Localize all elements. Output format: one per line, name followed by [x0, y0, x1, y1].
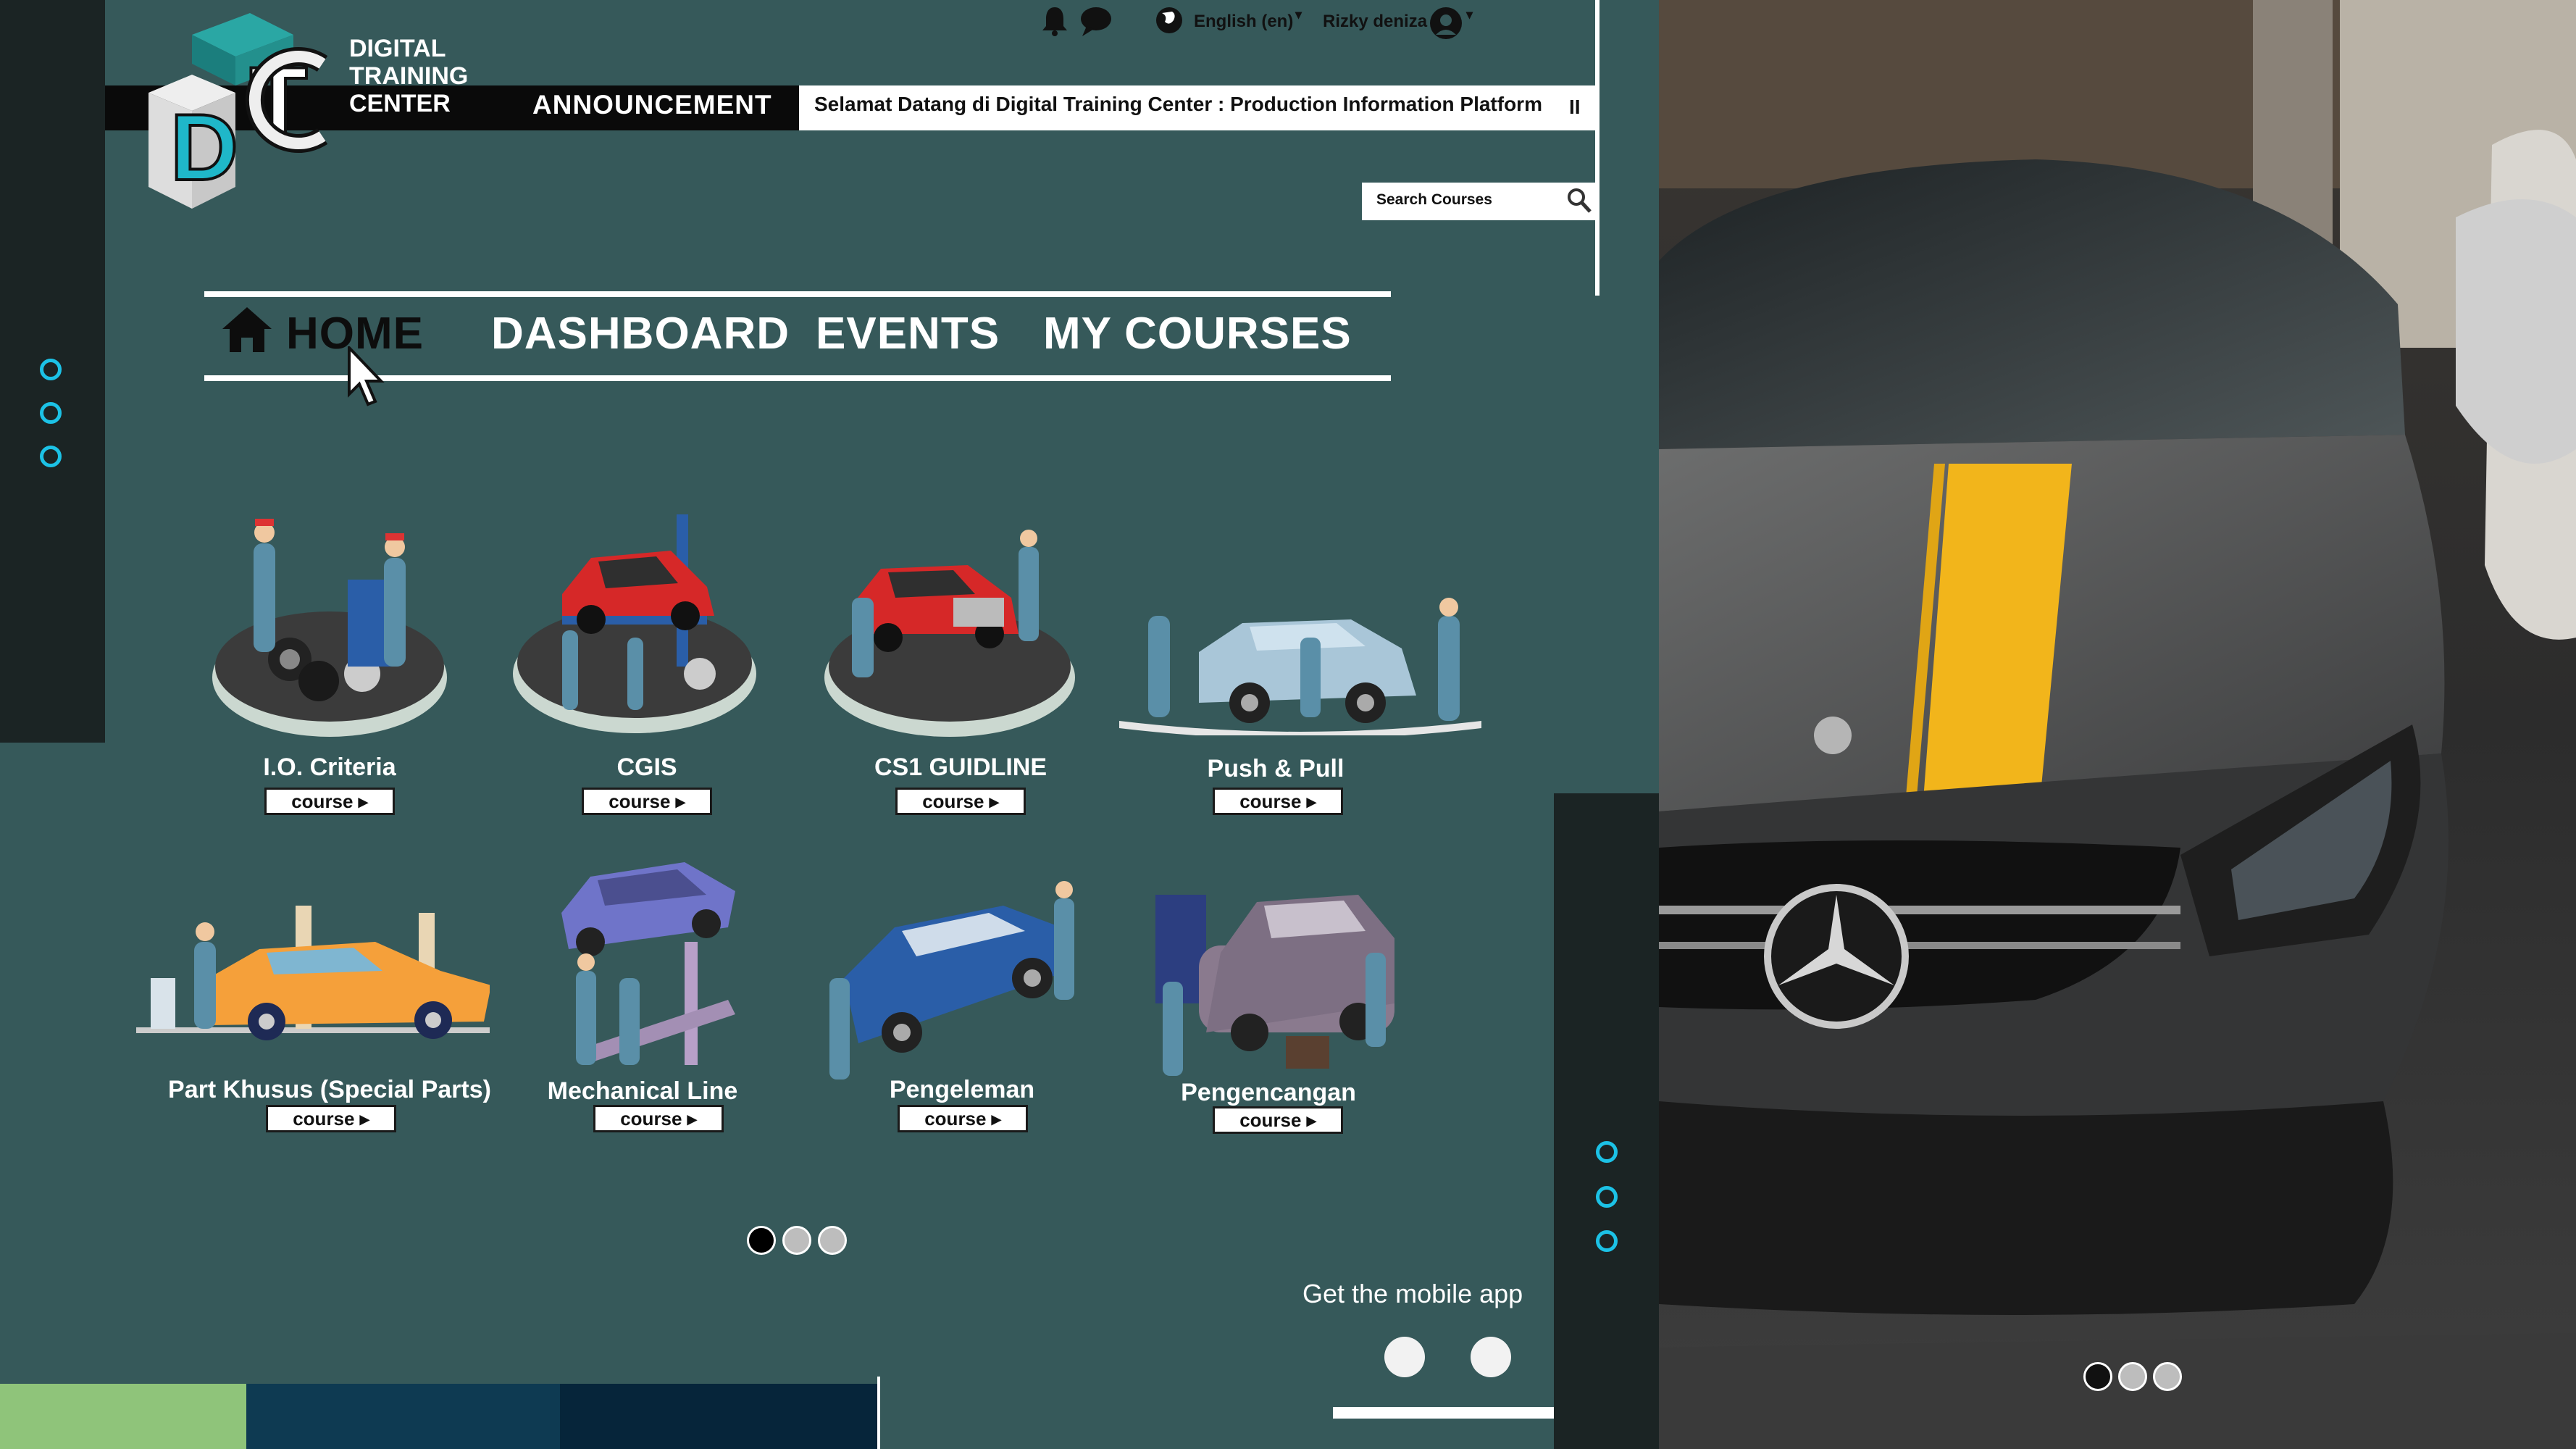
photo-dot-2[interactable]: [2118, 1362, 2147, 1391]
course-button-pengeleman[interactable]: course ▸: [898, 1105, 1028, 1132]
photo-dot-1[interactable]: [2083, 1362, 2112, 1391]
cgis-illustration[interactable]: [511, 507, 758, 746]
course-title-mechanical-line[interactable]: Mechanical Line: [461, 1077, 824, 1106]
footer-underline: [1333, 1407, 1554, 1419]
chevron-down-icon[interactable]: ▾: [1295, 7, 1302, 22]
course-button-push-pull[interactable]: course ▸: [1213, 788, 1343, 815]
course-title-io-criteria[interactable]: I.O. Criteria: [149, 753, 511, 782]
nav-my-courses[interactable]: MY COURSES: [1043, 308, 1352, 359]
globe-icon[interactable]: [1155, 6, 1184, 35]
side-nav-dot-5[interactable]: [1596, 1186, 1618, 1208]
mobile-app-label: Get the mobile app: [1302, 1279, 1523, 1308]
pengencangan-illustration[interactable]: [1148, 859, 1409, 1083]
nav-top-border: [204, 291, 1391, 297]
announcement-label: ANNOUNCEMENT: [532, 90, 772, 120]
side-nav-dot-2[interactable]: [40, 402, 62, 424]
search-placeholder: Search Courses: [1376, 191, 1492, 208]
photo-dot-3[interactable]: [2153, 1362, 2182, 1391]
carousel-dot-1[interactable]: [747, 1226, 776, 1255]
side-nav-dot-1[interactable]: [40, 359, 62, 380]
avatar[interactable]: [1429, 6, 1463, 41]
footer-divider: [877, 1377, 880, 1449]
nav-dashboard[interactable]: DASHBOARD: [491, 308, 790, 359]
side-nav-dot-3[interactable]: [40, 446, 62, 467]
carousel-dot-3[interactable]: [818, 1226, 847, 1255]
language-selector[interactable]: English (en): [1194, 12, 1293, 32]
push-pull-illustration[interactable]: [1119, 587, 1481, 735]
side-nav-dot-6[interactable]: [1596, 1230, 1618, 1252]
svg-text:D: D: [170, 94, 238, 200]
pengeleman-illustration[interactable]: [815, 877, 1090, 1087]
course-title-push-pull[interactable]: Push & Pull: [1095, 755, 1457, 783]
user-chevron-down-icon[interactable]: ▾: [1466, 7, 1473, 22]
course-title-part-khusus[interactable]: Part Khusus (Special Parts): [149, 1076, 511, 1104]
header-divider: [1595, 0, 1599, 296]
course-title-pengencangan[interactable]: Pengencangan: [1087, 1079, 1450, 1107]
side-nav-dot-4[interactable]: [1596, 1141, 1618, 1163]
course-title-cs1-guidline[interactable]: CS1 GUIDLINE: [779, 753, 1142, 782]
cs1-guidline-illustration[interactable]: [823, 525, 1076, 746]
user-name[interactable]: Rizky deniza: [1323, 12, 1427, 32]
mouse-cursor-icon: [348, 346, 385, 406]
car-hero-image: [1659, 0, 2576, 1449]
announcement-text: Selamat Datang di Digital Training Cente…: [814, 93, 1542, 115]
part-khusus-illustration[interactable]: [136, 898, 490, 1043]
bell-icon[interactable]: [1041, 6, 1069, 36]
right-dark-strip: [1554, 793, 1659, 1449]
search-icon[interactable]: [1566, 187, 1592, 214]
course-button-pengencangan[interactable]: course ▸: [1213, 1106, 1343, 1134]
mechanical-line-illustration[interactable]: [547, 855, 750, 1076]
app-store-button[interactable]: [1384, 1337, 1425, 1377]
logo-wordmark: DIGITAL TRAINING CENTER: [349, 35, 469, 117]
home-icon[interactable]: [221, 306, 273, 354]
course-button-mechanical-line[interactable]: course ▸: [593, 1105, 724, 1132]
nav-events[interactable]: EVENTS: [816, 308, 1000, 359]
course-title-cgis[interactable]: CGIS: [466, 753, 828, 782]
io-criteria-illustration[interactable]: [210, 514, 449, 746]
course-button-cgis[interactable]: course ▸: [582, 788, 712, 815]
course-button-part-khusus[interactable]: course ▸: [266, 1105, 396, 1132]
chat-icon[interactable]: [1079, 6, 1113, 38]
course-button-cs1-guidline[interactable]: course ▸: [895, 788, 1026, 815]
play-store-button[interactable]: [1471, 1337, 1511, 1377]
carousel-dot-2[interactable]: [782, 1226, 811, 1255]
course-button-io-criteria[interactable]: course ▸: [264, 788, 395, 815]
pause-button[interactable]: II: [1569, 96, 1581, 119]
dtc-logo: D T: [149, 13, 328, 209]
